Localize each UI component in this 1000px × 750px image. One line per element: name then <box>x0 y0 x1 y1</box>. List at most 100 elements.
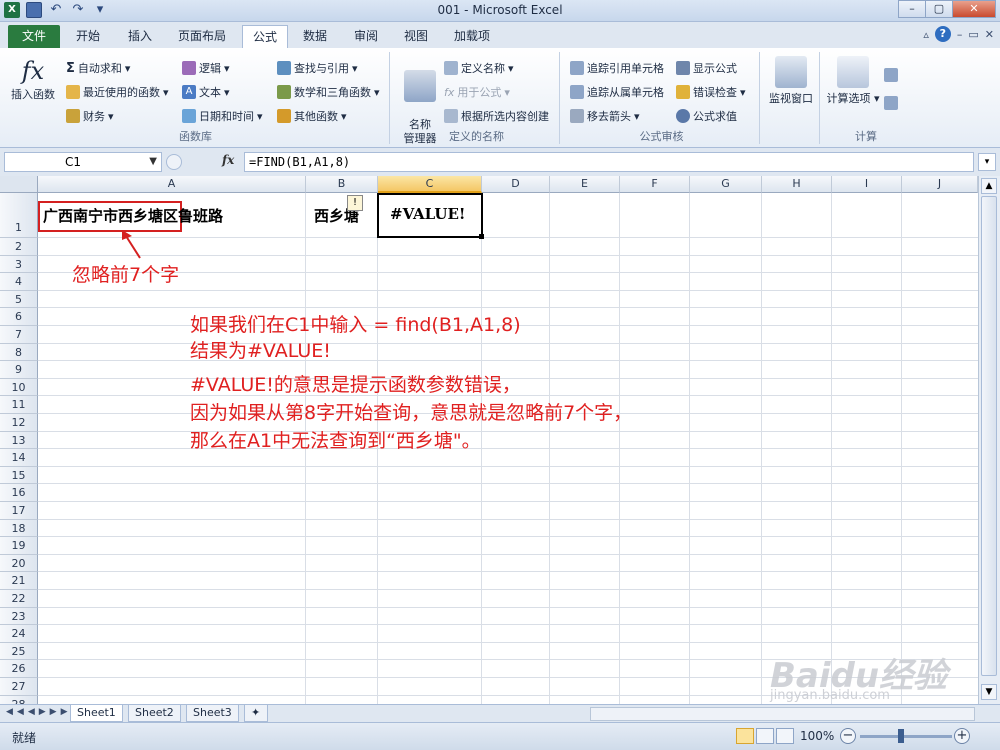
normal-view-icon[interactable] <box>736 728 754 744</box>
evaluate-formula-button[interactable]: 公式求值 <box>676 108 737 124</box>
formula-input[interactable]: =FIND(B1,A1,8) <box>244 152 974 172</box>
show-formulas-button[interactable]: 显示公式 <box>676 60 737 76</box>
financial-button[interactable]: 财务 ▾ <box>66 108 114 124</box>
scroll-thumb[interactable] <box>981 196 997 676</box>
row-header-7[interactable]: 7 <box>0 326 38 344</box>
tab-formulas[interactable]: 公式 <box>242 25 289 48</box>
row-header-4[interactable]: 4 <box>0 273 38 291</box>
datetime-button[interactable]: 日期和时间 ▾ <box>182 108 263 124</box>
row-header-11[interactable]: 11 <box>0 396 38 414</box>
logical-button[interactable]: 逻辑 ▾ <box>182 60 230 76</box>
autosum-button[interactable]: Σ 自动求和 ▾ <box>66 60 130 76</box>
row-header-25[interactable]: 25 <box>0 642 38 661</box>
minimize-button[interactable]: – <box>898 0 926 18</box>
sheet-tab-1[interactable]: Sheet1 <box>70 705 123 722</box>
lookup-button[interactable]: 查找与引用 ▾ <box>277 60 358 76</box>
col-header-a[interactable]: A <box>38 176 306 193</box>
horizontal-scrollbar[interactable] <box>590 707 975 721</box>
zoom-in-icon[interactable]: + <box>954 728 970 744</box>
row-header-18[interactable]: 18 <box>0 519 38 538</box>
insert-function-fx-icon[interactable]: fx <box>222 153 234 167</box>
insert-sheet-icon[interactable]: ✦ <box>244 705 268 722</box>
page-layout-view-icon[interactable] <box>756 728 774 744</box>
row-header-24[interactable]: 24 <box>0 625 38 643</box>
row-header-28[interactable]: 28 <box>0 695 38 704</box>
doc-restore-icon[interactable]: ▭ <box>968 28 978 41</box>
trace-precedents-button[interactable]: 追踪引用单元格 <box>570 60 664 76</box>
tab-insert[interactable]: 插入 <box>118 25 162 48</box>
row-header-3[interactable]: 3 <box>0 255 38 274</box>
row-header-1[interactable]: 1 <box>0 193 38 238</box>
create-from-selection-button[interactable]: 根据所选内容创建 <box>444 108 549 124</box>
remove-arrows-button[interactable]: 移去箭头 ▾ <box>570 108 640 124</box>
col-header-f[interactable]: F <box>620 176 690 193</box>
col-header-i[interactable]: I <box>832 176 902 193</box>
tab-data[interactable]: 数据 <box>293 25 337 48</box>
calc-options-button[interactable]: 计算选项 ▾ <box>824 56 882 106</box>
sheet-nav-arrows-icon[interactable]: ◀◀◀▶▶▶ <box>6 707 72 717</box>
row-header-26[interactable]: 26 <box>0 660 38 678</box>
scroll-down-icon[interactable]: ▼ <box>981 684 997 700</box>
tab-view[interactable]: 视图 <box>394 25 438 48</box>
fill-handle[interactable] <box>479 234 484 239</box>
col-header-b[interactable]: B <box>306 176 378 193</box>
define-name-button[interactable]: 定义名称 ▾ <box>444 60 514 76</box>
row-header-16[interactable]: 16 <box>0 484 38 502</box>
row-header-27[interactable]: 27 <box>0 678 38 696</box>
tab-page-layout[interactable]: 页面布局 <box>168 25 236 48</box>
row-header-12[interactable]: 12 <box>0 414 38 432</box>
col-header-c[interactable]: C <box>378 176 482 193</box>
select-all-corner[interactable] <box>0 176 38 193</box>
row-header-9[interactable]: 9 <box>0 361 38 379</box>
page-break-view-icon[interactable] <box>776 728 794 744</box>
scroll-up-icon[interactable]: ▲ <box>981 178 997 194</box>
calc-sheet-icon[interactable] <box>884 96 898 110</box>
tab-file[interactable]: 文件 <box>8 25 60 48</box>
tab-review[interactable]: 审阅 <box>344 25 388 48</box>
doc-minimize-icon[interactable]: – <box>957 28 963 41</box>
sheet-tab-3[interactable]: Sheet3 <box>186 705 239 722</box>
zoom-slider-knob[interactable] <box>898 729 904 743</box>
row-header-5[interactable]: 5 <box>0 290 38 309</box>
watch-window-button[interactable]: 监视窗口 <box>764 56 818 106</box>
recent-functions-button[interactable]: 最近使用的函数 ▾ <box>66 84 169 100</box>
name-box-dropdown-icon[interactable]: ▼ <box>149 153 157 171</box>
minimize-ribbon-icon[interactable]: ▵ <box>923 28 929 41</box>
col-header-j[interactable]: J <box>902 176 978 193</box>
insert-function-button[interactable]: fx 插入函数 <box>6 56 60 102</box>
error-checking-button[interactable]: 错误检查 ▾ <box>676 84 746 100</box>
help-icon[interactable]: ? <box>934 26 951 42</box>
calc-now-icon[interactable] <box>884 68 898 82</box>
row-header-17[interactable]: 17 <box>0 502 38 520</box>
error-warning-icon[interactable]: ! <box>347 195 363 211</box>
zoom-level[interactable]: 100% <box>800 729 834 743</box>
vertical-scrollbar[interactable]: ▲ ▼ <box>978 176 1000 704</box>
worksheet-grid[interactable]: A B C D E F G H I J 1 2 3 4 5 6 7 8 9 10 11 12 13 14 1… <box>0 176 978 704</box>
expand-formula-bar-icon[interactable]: ▾ <box>978 153 996 171</box>
row-header-10[interactable]: 10 <box>0 378 38 397</box>
row-header-23[interactable]: 23 <box>0 607 38 626</box>
row-header-21[interactable]: 21 <box>0 572 38 590</box>
zoom-out-icon[interactable]: − <box>840 728 856 744</box>
doc-close-icon[interactable]: ✕ <box>985 28 994 41</box>
row-header-8[interactable]: 8 <box>0 343 38 362</box>
cell-c1[interactable]: #VALUE! <box>390 205 466 223</box>
col-header-g[interactable]: G <box>690 176 762 193</box>
row-header-22[interactable]: 22 <box>0 590 38 608</box>
row-header-19[interactable]: 19 <box>0 537 38 555</box>
trace-dependents-button[interactable]: 追踪从属单元格 <box>570 84 664 100</box>
row-header-15[interactable]: 15 <box>0 466 38 485</box>
maximize-button[interactable]: ▢ <box>925 0 953 18</box>
use-in-formula-button[interactable]: fx 用于公式 ▾ <box>444 84 510 100</box>
tab-home[interactable]: 开始 <box>66 25 110 48</box>
cell-a1[interactable]: 广西南宁市西乡塘区鲁班路 <box>43 205 223 226</box>
row-header-2[interactable]: 2 <box>0 238 38 256</box>
sheet-tab-2[interactable]: Sheet2 <box>128 705 181 722</box>
tab-addins[interactable]: 加载项 <box>444 25 500 48</box>
row-header-6[interactable]: 6 <box>0 308 38 326</box>
math-button[interactable]: 数学和三角函数 ▾ <box>277 84 380 100</box>
col-header-e[interactable]: E <box>550 176 620 193</box>
col-header-h[interactable]: H <box>762 176 832 193</box>
text-button[interactable]: A 文本 ▾ <box>182 84 230 100</box>
name-box[interactable]: C1 ▼ <box>4 152 162 172</box>
